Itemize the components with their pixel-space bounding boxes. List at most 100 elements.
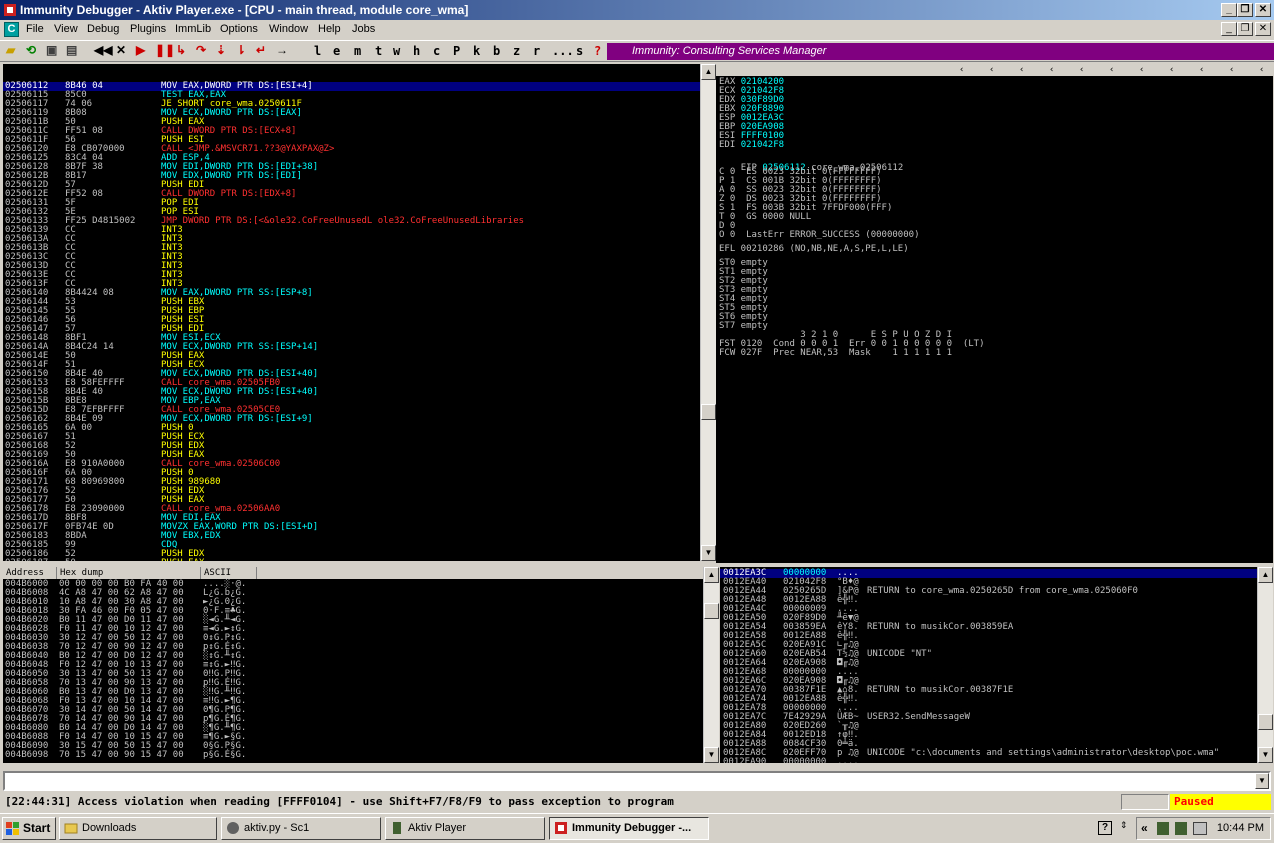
disasm-row[interactable]: 02506145 55 PUSH EBP xyxy=(3,307,700,316)
scroll-thumb[interactable] xyxy=(1258,714,1273,730)
disasm-row[interactable]: 02506147 57 PUSH EDI xyxy=(3,325,700,334)
execute-till-return-icon[interactable]: ↵ xyxy=(256,43,266,60)
left-arrow-icon[interactable]: ‹ xyxy=(1109,64,1114,76)
disasm-row[interactable]: 02506115 85C0 TEST EAX,EAX xyxy=(3,91,700,100)
handles-button[interactable]: h xyxy=(413,44,420,58)
disasm-row[interactable]: 02506178 E8 23090000 CALL core_wma.02506AA… xyxy=(3,505,700,514)
left-arrow-icon[interactable]: ‹ xyxy=(1019,64,1024,76)
disasm-row[interactable]: 0250612E FF52 08 CALL DWORD PTR DS:[EDX+8] xyxy=(3,190,700,199)
disasm-row[interactable]: 02506167 51 PUSH ECX xyxy=(3,433,700,442)
more-button[interactable]: ... xyxy=(552,44,574,58)
left-arrow-icon[interactable]: ‹ xyxy=(1139,64,1144,76)
pause-icon[interactable]: ❚❚ xyxy=(155,43,175,60)
rewind-icon[interactable]: ◀◀ xyxy=(94,43,112,60)
memory-map-button[interactable]: m xyxy=(354,44,361,58)
disasm-row[interactable]: 02506125 83C4 04 ADD ESP,4 xyxy=(3,154,700,163)
command-input[interactable]: ▼ xyxy=(3,771,1271,791)
disasm-row[interactable]: 0250614A 8B4C24 14 MOV ECX,DWORD PTR SS:[E… xyxy=(3,343,700,352)
disasm-row[interactable]: 02506133 FF25 D4815002 JMP DWORD PTR DS:[<… xyxy=(3,217,700,226)
task-aktiv-player[interactable]: Aktiv Player xyxy=(385,817,545,840)
left-arrow-icon[interactable]: ‹ xyxy=(959,64,964,76)
disasm-row[interactable]: 02506158 8B4E 40 MOV ECX,DWORD PTR DS:[ESI… xyxy=(3,388,700,397)
menu-plugins[interactable]: Plugins xyxy=(130,23,166,35)
mdi-restore-button[interactable]: ❐ xyxy=(1237,22,1253,36)
disasm-row[interactable]: 02506176 52 PUSH EDX xyxy=(3,487,700,496)
left-arrow-icon[interactable]: ‹ xyxy=(1049,64,1054,76)
cpu-button[interactable]: c xyxy=(433,44,440,58)
scroll-up-icon[interactable]: ▲ xyxy=(1258,567,1273,583)
disasm-row[interactable]: 02506153 E8 58FEFFFF CALL core_wma.02505FB… xyxy=(3,379,700,388)
disasm-row[interactable]: 02506171 68 80969800 PUSH 989680 xyxy=(3,478,700,487)
left-arrow-icon[interactable]: ‹ xyxy=(1079,64,1084,76)
left-arrow-icon[interactable]: ‹ xyxy=(1259,64,1264,76)
scroll-thumb[interactable] xyxy=(701,404,716,420)
menu-debug[interactable]: Debug xyxy=(87,23,119,35)
help-tray-icon[interactable]: ? xyxy=(1098,821,1112,835)
windows-button[interactable]: w xyxy=(393,44,400,58)
disasm-row[interactable]: 02506120 E8 CB070000 CALL <JMP.&MSVCR71.??… xyxy=(3,145,700,154)
left-arrow-icon[interactable]: ‹ xyxy=(989,64,994,76)
stack-scrollbar[interactable]: ▲ ▼ xyxy=(1257,567,1273,763)
trace-into-icon[interactable]: ⇣ xyxy=(216,43,226,60)
disasm-row[interactable]: 02506162 8B4E 09 MOV ECX,DWORD PTR DS:[ESI… xyxy=(3,415,700,424)
run-trace-button[interactable]: r xyxy=(533,44,540,58)
disasm-row[interactable]: 0250617F 0FB74E 0D MOVZX EAX,WORD PTR DS:[… xyxy=(3,523,700,532)
restart-icon[interactable]: ⟲ xyxy=(26,43,36,60)
open-folder-icon[interactable]: ▰ xyxy=(6,43,15,60)
show-hidden-icons-icon[interactable]: « xyxy=(1141,821,1148,835)
stack-row[interactable]: 0012EA90 00000000.... xyxy=(720,758,1260,764)
patches-button[interactable]: P xyxy=(453,44,460,58)
dump-scrollbar[interactable]: ▲ ▼ xyxy=(703,567,719,763)
dump-header-hex[interactable]: Hex dump xyxy=(57,567,201,579)
network-tray-icon[interactable] xyxy=(1193,822,1207,835)
dump-row[interactable]: 004B6098 70 15 47 00 90 15 47 00 p§G.É§G. xyxy=(3,751,703,760)
register-edi[interactable]: EDI 021042F8 xyxy=(719,141,784,150)
stack-pane[interactable]: 0012EA3C 00000000.... 0012EA40 021042F8 °B♦@… xyxy=(720,567,1273,763)
disasm-row[interactable]: 02506112 8B46 04 MOV EAX,DWORD PTR DS:[ESI… xyxy=(3,82,700,91)
call-stack-button[interactable]: k xyxy=(473,44,480,58)
scroll-up-icon[interactable]: ▲ xyxy=(701,64,716,80)
start-button[interactable]: Start xyxy=(2,817,56,840)
disasm-row[interactable]: 0250612D 57 PUSH EDI xyxy=(3,181,700,190)
title-bar[interactable]: Immunity Debugger - Aktiv Player.exe - [… xyxy=(0,0,1274,20)
close-button[interactable]: ✕ xyxy=(1255,3,1271,17)
scroll-down-icon[interactable]: ▼ xyxy=(701,545,716,561)
task-downloads[interactable]: Downloads xyxy=(59,817,217,840)
task-immunity-debugger[interactable]: Immunity Debugger -... xyxy=(549,817,709,840)
disasm-row[interactable]: 0250613C CC INT3 xyxy=(3,253,700,262)
disasm-row[interactable]: 0250611B 50 PUSH EAX xyxy=(3,118,700,127)
scroll-down-icon[interactable]: ▼ xyxy=(1258,747,1273,763)
disasm-row[interactable]: 02506131 5F POP EDI xyxy=(3,199,700,208)
breakpoints-button[interactable]: b xyxy=(493,44,500,58)
disasm-row[interactable]: 0250613A CC INT3 xyxy=(3,235,700,244)
mdi-close-button[interactable]: ✕ xyxy=(1255,22,1271,36)
menu-file[interactable]: File xyxy=(26,23,44,35)
disasm-row[interactable]: 02506185 99 CDQ xyxy=(3,541,700,550)
disassembly-scrollbar[interactable]: ▲ ▼ xyxy=(700,64,716,561)
disasm-row[interactable]: 0250614F 51 PUSH ECX xyxy=(3,361,700,370)
disasm-row[interactable]: 0250613E CC INT3 xyxy=(3,271,700,280)
step-into-icon[interactable]: ↳ xyxy=(176,43,186,60)
menu-help[interactable]: Help xyxy=(318,23,341,35)
disasm-row[interactable]: 02506168 52 PUSH EDX xyxy=(3,442,700,451)
restore-button[interactable]: ❐ xyxy=(1237,3,1253,17)
disasm-row[interactable]: 02506186 52 PUSH EDX xyxy=(3,550,700,559)
disasm-row[interactable]: 02506128 8B7F 38 MOV EDI,DWORD PTR DS:[EDI… xyxy=(3,163,700,172)
cpu-window-icon[interactable]: C xyxy=(4,22,19,37)
mdi-minimize-button[interactable]: _ xyxy=(1221,22,1237,36)
dump-header-ascii[interactable]: ASCII xyxy=(201,567,257,579)
disasm-row[interactable]: 0250613D CC INT3 xyxy=(3,262,700,271)
run-icon[interactable]: ▶ xyxy=(136,43,145,60)
dump-header-address[interactable]: Address xyxy=(3,567,57,579)
registers-header[interactable]: Registers (FPU) ‹ ‹ ‹ ‹ ‹ ‹ ‹ ‹ ‹ ‹ ‹ xyxy=(716,64,1273,87)
disassembly-pane[interactable]: 02506112 8B46 04 MOV EAX,DWORD PTR DS:[ESI… xyxy=(3,64,700,561)
stack-view-icon[interactable]: ▤ xyxy=(66,43,77,60)
disasm-row[interactable]: 0250613B CC INT3 xyxy=(3,244,700,253)
disasm-row[interactable]: 02506117 74 06 JE SHORT core_wma.0250611F xyxy=(3,100,700,109)
registers-pane[interactable]: Registers (FPU) ‹ ‹ ‹ ‹ ‹ ‹ ‹ ‹ ‹ ‹ ‹ EA… xyxy=(716,64,1273,563)
threads-button[interactable]: t xyxy=(375,44,382,58)
source-button[interactable]: s xyxy=(576,44,583,58)
hardware-breakpoints-button[interactable]: z xyxy=(513,44,520,58)
player-tray-icon[interactable] xyxy=(1175,822,1187,835)
task-scite[interactable]: aktiv.py - Sc1 xyxy=(221,817,381,840)
